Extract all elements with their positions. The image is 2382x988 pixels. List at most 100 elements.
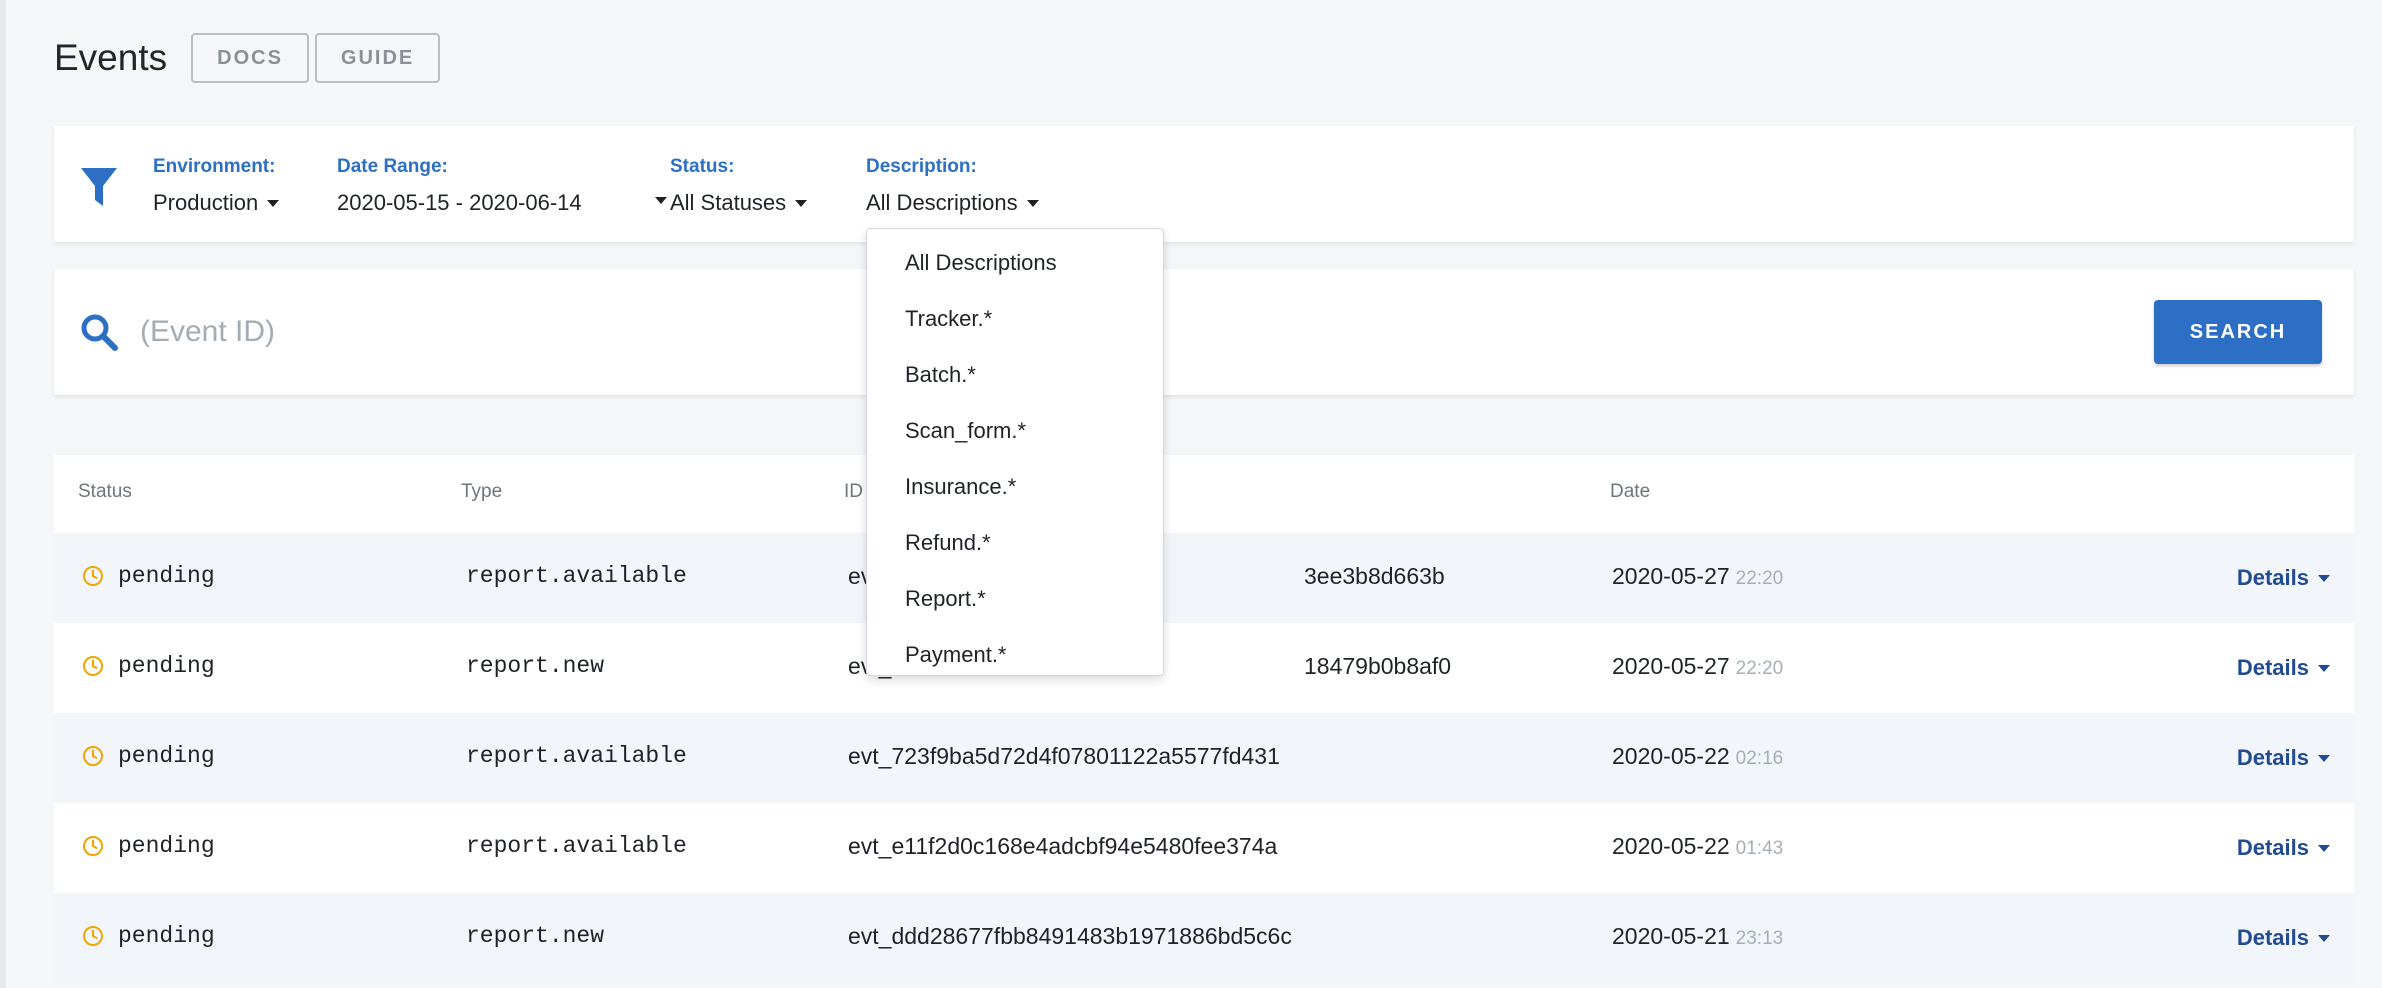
guide-button[interactable]: GUIDE — [314, 33, 441, 83]
time-text: 01:43 — [1735, 838, 1784, 859]
clock-icon — [83, 746, 103, 766]
caret-down-icon — [2318, 844, 2330, 852]
description-filter[interactable]: Description: All Descriptions — [866, 156, 1039, 216]
description-label: Description: — [866, 156, 977, 177]
details-label: Details — [2236, 925, 2309, 950]
id-cell: evt_e11f2d0c168e4adcbf94e5480fee374a — [848, 833, 1278, 859]
details-label: Details — [2236, 745, 2309, 770]
caret-down-icon — [2318, 664, 2330, 672]
time-text: 02:16 — [1735, 748, 1784, 769]
search-button[interactable]: SEARCH — [2154, 300, 2322, 364]
environment-select[interactable]: Production — [153, 190, 280, 216]
details-label: Details — [2236, 565, 2309, 590]
clock-icon — [83, 836, 103, 856]
dropdown-option-batch[interactable]: Batch.* — [867, 347, 1163, 403]
caret-down-icon — [2318, 934, 2330, 942]
date-cell: 2020-05-22 02:16 — [1612, 743, 1783, 770]
environment-value: Production — [153, 190, 259, 215]
table-header: Status Type ID Date — [54, 455, 2354, 533]
docs-button[interactable]: DOCS — [191, 33, 309, 83]
type-cell: report.new — [466, 653, 605, 679]
date-range-select[interactable]: 2020-05-15 - 2020-06-14 — [337, 190, 582, 216]
details-button[interactable]: Details — [2237, 655, 2330, 681]
date-text: 2020-05-21 — [1612, 923, 1730, 949]
caret-down-icon — [2318, 574, 2330, 582]
table-row[interactable]: pending report.available evt_ 3ee3b8d663… — [54, 533, 2354, 623]
date-text: 2020-05-27 — [1612, 653, 1730, 679]
status-text: pending — [118, 833, 215, 859]
table-row[interactable]: pending report.new evt_ddd28677fbb849148… — [54, 893, 2354, 983]
status-value: All Statuses — [670, 190, 787, 215]
description-select[interactable]: All Descriptions — [866, 190, 1039, 216]
table-row[interactable]: pending report.new evt_ 18479b0b8af0 202… — [54, 623, 2354, 713]
date-text: 2020-05-27 — [1612, 563, 1730, 589]
time-text: 22:20 — [1735, 568, 1784, 589]
date-range-value: 2020-05-15 - 2020-06-14 — [337, 190, 582, 215]
page-header: Events DOCS GUIDE — [54, 28, 446, 88]
details-label: Details — [2236, 835, 2309, 860]
column-header-id: ID — [844, 481, 863, 502]
status-cell: pending — [82, 653, 215, 679]
status-cell: pending — [82, 563, 215, 589]
clock-icon — [83, 566, 103, 586]
dropdown-option-report[interactable]: Report.* — [867, 571, 1163, 627]
status-text: pending — [118, 653, 215, 679]
date-range-filter[interactable]: Date Range: 2020-05-15 - 2020-06-14 — [337, 156, 582, 216]
filter-bar: Environment: Production Date Range: 2020… — [54, 126, 2354, 242]
status-text: pending — [118, 743, 215, 769]
status-text: pending — [118, 923, 215, 949]
description-value: All Descriptions — [866, 190, 1018, 215]
details-button[interactable]: Details — [2237, 745, 2330, 771]
status-cell: pending — [82, 923, 215, 949]
time-text: 23:13 — [1735, 928, 1784, 949]
date-cell: 2020-05-22 01:43 — [1612, 833, 1783, 860]
details-button[interactable]: Details — [2237, 565, 2330, 591]
date-range-label: Date Range: — [337, 156, 448, 177]
status-text: pending — [118, 563, 215, 589]
events-table: Status Type ID Date pending report.avail… — [54, 455, 2354, 983]
environment-filter[interactable]: Environment: Production — [153, 156, 280, 216]
caret-down-icon — [2318, 754, 2330, 762]
status-filter[interactable]: Status: All Statuses — [670, 156, 808, 216]
table-row[interactable]: pending report.available evt_e11f2d0c168… — [54, 803, 2354, 893]
date-cell: 2020-05-21 23:13 — [1612, 923, 1783, 950]
caret-down-icon — [267, 199, 280, 207]
date-range-caret-icon[interactable] — [655, 197, 667, 204]
date-text: 2020-05-22 — [1612, 743, 1730, 769]
type-cell: report.available — [466, 563, 687, 589]
caret-down-icon — [795, 199, 808, 207]
status-cell: pending — [82, 743, 215, 769]
search-bar: SEARCH — [54, 269, 2354, 395]
id-cell: evt_723f9ba5d72d4f07801122a5577fd431 — [848, 743, 1280, 769]
details-button[interactable]: Details — [2237, 925, 2330, 951]
environment-label: Environment: — [153, 156, 276, 177]
status-select[interactable]: All Statuses — [670, 190, 808, 216]
clock-icon — [83, 926, 103, 946]
description-dropdown-menu: All Descriptions Tracker.* Batch.* Scan_… — [866, 228, 1164, 676]
column-header-type: Type — [461, 481, 503, 502]
time-text: 22:20 — [1735, 658, 1784, 679]
column-header-date: Date — [1610, 481, 1651, 502]
id-cell-partial: 18479b0b8af0 — [1304, 653, 1452, 679]
details-label: Details — [2236, 655, 2309, 680]
dropdown-option-all-descriptions[interactable]: All Descriptions — [867, 235, 1163, 291]
page-title: Events — [54, 37, 168, 78]
status-cell: pending — [82, 833, 215, 859]
column-header-status: Status — [78, 481, 132, 502]
dropdown-option-payment[interactable]: Payment.* — [867, 627, 1163, 683]
clock-icon — [83, 656, 103, 676]
left-edge — [0, 0, 6, 988]
type-cell: report.new — [466, 923, 605, 949]
id-cell: evt_ddd28677fbb8491483b1971886bd5c6c — [848, 923, 1292, 949]
dropdown-option-tracker[interactable]: Tracker.* — [867, 291, 1163, 347]
dropdown-option-insurance[interactable]: Insurance.* — [867, 459, 1163, 515]
date-cell: 2020-05-27 22:20 — [1612, 563, 1783, 590]
details-button[interactable]: Details — [2237, 835, 2330, 861]
table-row[interactable]: pending report.available evt_723f9ba5d72… — [54, 713, 2354, 803]
type-cell: report.available — [466, 833, 687, 859]
search-icon — [81, 314, 118, 351]
date-cell: 2020-05-27 22:20 — [1612, 653, 1783, 680]
dropdown-option-scan-form[interactable]: Scan_form.* — [867, 403, 1163, 459]
dropdown-option-refund[interactable]: Refund.* — [867, 515, 1163, 571]
caret-down-icon — [1026, 199, 1039, 207]
